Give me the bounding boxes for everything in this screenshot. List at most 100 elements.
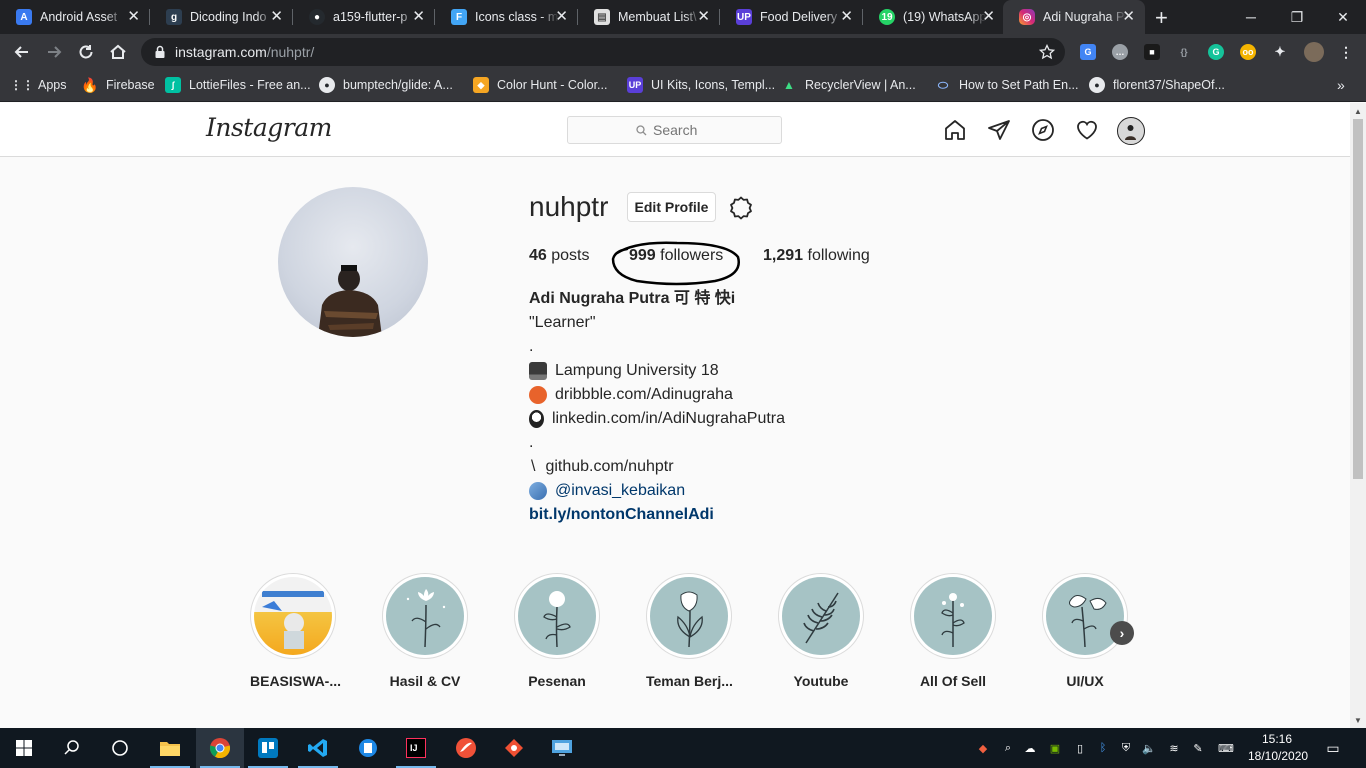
chat-extension-icon[interactable]: … xyxy=(1112,44,1128,60)
taskbar-intellij[interactable]: IJ xyxy=(392,728,440,768)
uplabs-icon: UP xyxy=(627,77,643,93)
url-path: /nuhptr/ xyxy=(266,44,315,60)
activity-heart-icon[interactable] xyxy=(1075,118,1099,142)
page-scrollbar[interactable]: ▲ ▼ xyxy=(1350,103,1366,728)
highlight-item[interactable]: Pesenan xyxy=(514,573,600,689)
bookmark-glide[interactable]: ● bumptech/glide: A... xyxy=(319,70,453,100)
close-icon[interactable]: ✕ xyxy=(270,9,283,25)
taskbar-file-explorer[interactable] xyxy=(146,728,194,768)
home-icon xyxy=(110,44,126,59)
notification-center-icon[interactable]: ▭ xyxy=(1325,740,1341,756)
new-tab-button[interactable]: + xyxy=(1155,5,1168,31)
taskbar-notes-app[interactable] xyxy=(344,728,392,768)
grammarly-icon[interactable]: G xyxy=(1208,44,1224,60)
bookmark-uikits[interactable]: UP UI Kits, Icons, Templ... xyxy=(627,70,775,100)
tab-whatsapp[interactable]: 19 (19) WhatsApp ✕ xyxy=(863,0,1005,34)
tab-instagram-active[interactable]: ◎ Adi Nugraha P ✕ xyxy=(1003,0,1145,34)
volume-icon[interactable]: 🔈 xyxy=(1141,740,1157,756)
highlight-item[interactable]: All Of Sell xyxy=(910,573,996,689)
taskbar-chrome[interactable] xyxy=(196,728,244,768)
json-extension-icon[interactable]: {} xyxy=(1176,44,1192,60)
tab-icons-class[interactable]: F Icons class - m ✕ xyxy=(435,0,578,34)
tray-app-icon[interactable]: ◆ xyxy=(975,740,991,756)
bookmark-set-path[interactable]: ⬭ How to Set Path En... xyxy=(935,70,1079,100)
windows-start-button[interactable] xyxy=(0,728,48,768)
mention-link[interactable]: @invasi_kebaikan xyxy=(555,479,685,503)
search-box[interactable] xyxy=(567,116,782,144)
reload-button[interactable] xyxy=(74,40,98,64)
direct-message-icon[interactable] xyxy=(987,118,1011,142)
profile-avatar-icon[interactable] xyxy=(1304,42,1324,62)
search-button[interactable] xyxy=(48,728,96,768)
bluetooth-icon[interactable]: ᛒ xyxy=(1095,740,1111,756)
bookmarks-overflow-chevron-icon[interactable]: » xyxy=(1337,70,1345,100)
close-icon[interactable]: ✕ xyxy=(1122,9,1135,25)
profile-picture[interactable] xyxy=(278,187,428,337)
onedrive-cloud-icon[interactable]: ☁ xyxy=(1022,740,1038,756)
profile-avatar-icon[interactable] xyxy=(1117,117,1145,145)
highlight-item[interactable]: BEASISWA-... xyxy=(250,573,341,689)
menu-kebab-icon[interactable]: ⋮ xyxy=(1338,44,1354,60)
taskbar-trello[interactable] xyxy=(244,728,292,768)
bookmark-firebase[interactable]: 🔥 Firebase xyxy=(81,70,154,100)
taskbar-remote-desktop[interactable] xyxy=(538,728,586,768)
following-count[interactable]: 1,291 following xyxy=(763,247,870,265)
home-icon[interactable] xyxy=(943,118,967,142)
bookmark-colorhunt[interactable]: ◆ Color Hunt - Color... xyxy=(473,70,607,100)
close-icon[interactable]: ✕ xyxy=(840,9,853,25)
tab-membuat-list[interactable]: ▤ Membuat List\ ✕ xyxy=(578,0,720,34)
scrollbar-thumb[interactable] xyxy=(1353,119,1363,479)
glasses-extension-icon[interactable]: oo xyxy=(1240,44,1256,60)
close-icon[interactable]: ✕ xyxy=(697,9,710,25)
wifi-icon[interactable]: ≋ xyxy=(1166,740,1182,756)
window-close-button[interactable]: ✕ xyxy=(1320,0,1366,34)
translate-extension-icon[interactable]: G xyxy=(1080,44,1096,60)
back-button[interactable] xyxy=(10,40,34,64)
bookmark-shapeof[interactable]: ● florent37/ShapeOf... xyxy=(1089,70,1225,100)
language-icon[interactable]: ⌨ xyxy=(1218,740,1234,756)
task-view-button[interactable] xyxy=(96,728,144,768)
tray-search-icon[interactable]: ⌕ xyxy=(1000,740,1016,756)
tab-github-flutter[interactable]: ● a159-flutter-p ✕ xyxy=(293,0,435,34)
close-icon[interactable]: ✕ xyxy=(127,9,140,25)
home-button[interactable] xyxy=(106,40,130,64)
highlight-item[interactable]: Teman Berj... xyxy=(646,573,733,689)
close-icon[interactable]: ✕ xyxy=(412,9,425,25)
highlight-item[interactable]: Hasil & CV xyxy=(382,573,468,689)
taskbar-vscode[interactable] xyxy=(294,728,342,768)
tab-title: Android Asset xyxy=(40,10,118,24)
explore-compass-icon[interactable] xyxy=(1031,118,1055,142)
chevron-right-icon[interactable]: › xyxy=(1110,621,1134,645)
usb-icon[interactable]: ▯ xyxy=(1072,740,1088,756)
extensions-puzzle-icon[interactable]: ✦ xyxy=(1272,44,1288,60)
instagram-logo[interactable]: Instagram xyxy=(206,113,332,142)
scroll-down-arrow-icon[interactable]: ▼ xyxy=(1350,712,1366,728)
taskbar-swift-app[interactable] xyxy=(442,728,490,768)
restore-button[interactable]: ❐ xyxy=(1274,0,1320,34)
security-shield-icon[interactable]: ⛨ xyxy=(1118,740,1134,756)
bookmark-lottiefiles[interactable]: ∫ LottieFiles - Free an... xyxy=(165,70,311,100)
tab-food-delivery[interactable]: UP Food Delivery ✕ xyxy=(720,0,863,34)
settings-gear-icon[interactable] xyxy=(728,195,754,221)
bookmark-star-icon[interactable] xyxy=(1039,44,1055,60)
close-icon[interactable]: ✕ xyxy=(555,9,568,25)
tab-dicoding[interactable]: g Dicoding Indo ✕ xyxy=(150,0,293,34)
scroll-up-arrow-icon[interactable]: ▲ xyxy=(1350,103,1366,119)
minimize-button[interactable]: ─ xyxy=(1228,0,1274,34)
close-icon[interactable]: ✕ xyxy=(982,9,995,25)
highlight-item[interactable]: Youtube xyxy=(778,573,864,689)
edit-profile-button[interactable]: Edit Profile xyxy=(627,192,716,222)
pen-icon[interactable]: ✎ xyxy=(1190,740,1206,756)
bookmark-recyclerview[interactable]: ▲ RecyclerView | An... xyxy=(781,70,916,100)
bio-external-link[interactable]: bit.ly/nontonChannelAdi xyxy=(529,503,785,527)
tab-android-asset[interactable]: A Android Asset ✕ xyxy=(0,0,150,34)
search-input[interactable] xyxy=(653,122,713,138)
nvidia-icon[interactable]: ▣ xyxy=(1047,740,1063,756)
box-extension-icon[interactable]: ■ xyxy=(1144,44,1160,60)
address-bar[interactable]: instagram.com/nuhptr/ xyxy=(141,38,1065,66)
forward-button[interactable] xyxy=(42,40,66,64)
taskbar-clock[interactable]: 15:16 18/10/2020 xyxy=(1248,731,1308,765)
bookmark-apps[interactable]: ⋮⋮ Apps xyxy=(10,70,67,100)
taskbar-git-app[interactable] xyxy=(490,728,538,768)
dicoding-icon: g xyxy=(166,9,182,25)
